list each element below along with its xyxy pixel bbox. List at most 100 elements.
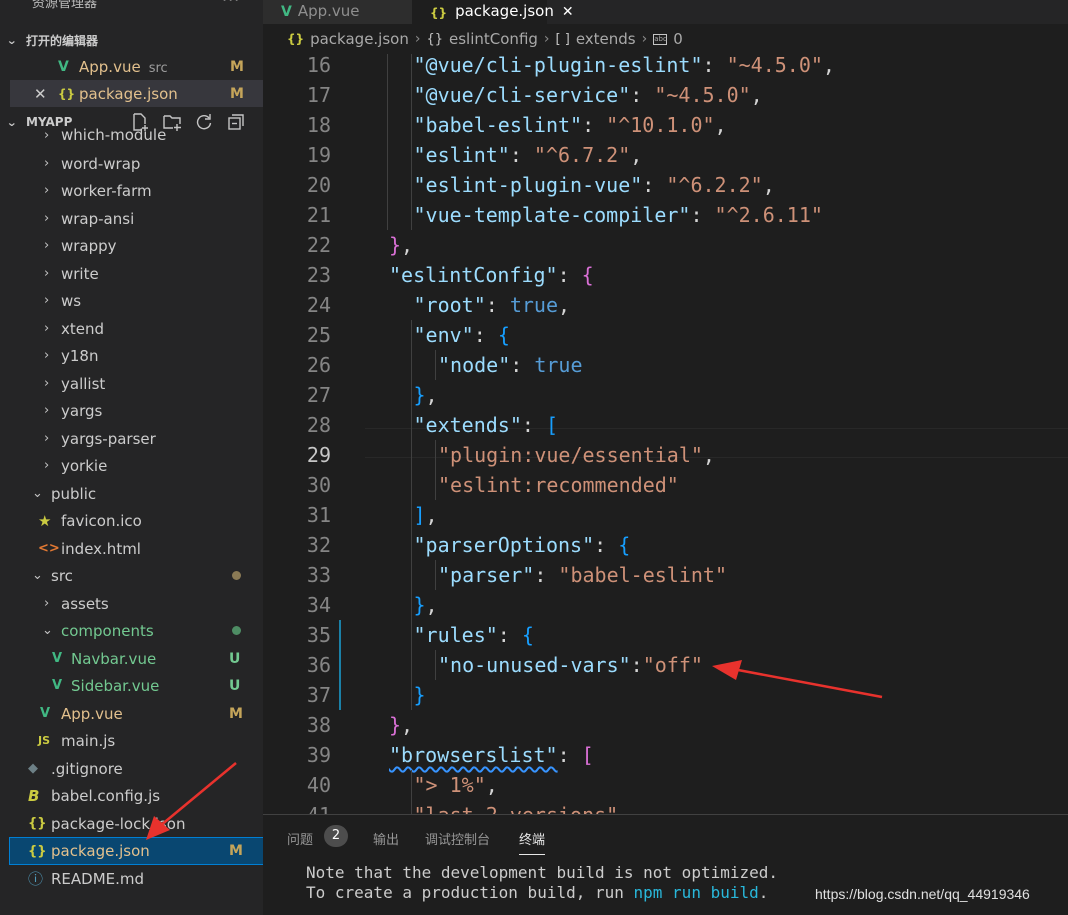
json-file-icon: {} bbox=[287, 32, 305, 46]
line-number: 16 bbox=[306, 54, 331, 77]
chevron-right-icon: › bbox=[414, 31, 421, 47]
code-line: "> 1%", bbox=[413, 773, 498, 797]
tree-file[interactable]: ★ favicon.ico bbox=[10, 507, 263, 534]
tree-file[interactable]: JS main.js bbox=[10, 727, 263, 754]
chevron-right-icon: › bbox=[44, 293, 50, 308]
code-line: "parser": "babel-eslint" bbox=[438, 563, 727, 587]
tab-output[interactable]: 输出 bbox=[373, 829, 399, 848]
code-line: "eslint": "^6.7.2", bbox=[413, 143, 643, 167]
tree-file[interactable]: B babel.config.js bbox=[10, 782, 263, 809]
line-number: 38 bbox=[306, 713, 331, 737]
tree-file[interactable]: V Sidebar.vue U bbox=[10, 672, 263, 699]
chevron-right-icon: › bbox=[44, 596, 50, 611]
tree-folder[interactable]: › word-wrap bbox=[10, 150, 263, 177]
info-icon: ⓘ bbox=[28, 870, 44, 888]
tree-folder[interactable]: › xtend bbox=[10, 315, 263, 342]
git-status-badge: M bbox=[230, 58, 244, 75]
tree-file[interactable]: ⓘ README.md bbox=[10, 865, 263, 892]
close-icon[interactable]: ✕ bbox=[34, 85, 47, 103]
breadcrumb-file[interactable]: package.json bbox=[310, 30, 409, 48]
open-editor-dir: src bbox=[148, 60, 168, 76]
code-line: "last 2 versions", bbox=[414, 800, 631, 814]
tree-file[interactable]: V App.vue M bbox=[10, 700, 263, 727]
json-file-icon: {} bbox=[58, 86, 76, 101]
code-line: "root": true, bbox=[413, 293, 571, 317]
line-number-gutter: 16 17 18 19 20 21 22 23 24 25 26 27 28 29 30 31 32 33 34 35… bbox=[263, 54, 343, 814]
code-line: ], bbox=[413, 503, 438, 527]
tree-folder[interactable]: › worker-farm bbox=[10, 177, 263, 204]
line-number: 25 bbox=[306, 323, 331, 347]
open-editor-item-app-vue[interactable]: V App.vue src M bbox=[10, 53, 263, 80]
explorer-title: 资源管理器 bbox=[32, 0, 98, 11]
modified-dot-icon bbox=[232, 571, 241, 580]
indent-guide bbox=[411, 770, 412, 814]
close-icon[interactable]: ✕ bbox=[562, 4, 574, 20]
tree-file[interactable]: V Navbar.vue U bbox=[10, 645, 263, 672]
breadcrumb-index[interactable]: 0 bbox=[673, 30, 683, 48]
line-number: 32 bbox=[306, 533, 331, 557]
tree-folder-components[interactable]: ⌄ components bbox=[10, 617, 263, 644]
line-number: 28 bbox=[306, 413, 331, 437]
tree-folder[interactable]: › y18n bbox=[10, 342, 263, 369]
tab-package-json[interactable]: {} package.json ✕ bbox=[412, 0, 574, 24]
line-number: 17 bbox=[306, 83, 331, 107]
line-number: 39 bbox=[306, 743, 331, 767]
git-status-badge: M bbox=[229, 705, 243, 722]
open-editor-label: App.vue bbox=[79, 57, 141, 76]
code-line: "rules": { bbox=[413, 623, 534, 647]
chevron-right-icon: › bbox=[44, 183, 50, 198]
indent-guide bbox=[435, 650, 436, 680]
problems-count-badge: 2 bbox=[324, 825, 348, 847]
chevron-right-icon: › bbox=[44, 348, 50, 363]
json-file-icon: {} bbox=[430, 6, 448, 20]
tree-folder[interactable]: › ws bbox=[10, 287, 263, 314]
tree-folder[interactable]: › yargs bbox=[10, 397, 263, 424]
json-file-icon: {} bbox=[28, 816, 47, 831]
terminal-command: npm run build bbox=[633, 883, 759, 902]
tree-folder[interactable]: › yallist bbox=[10, 370, 263, 397]
tree-folder-src[interactable]: ⌄ src bbox=[10, 562, 263, 589]
code-line: "node": true bbox=[438, 353, 583, 377]
indent-guide bbox=[411, 54, 412, 230]
string-icon: abc bbox=[653, 33, 668, 45]
tree-folder[interactable]: › wrappy bbox=[10, 232, 263, 259]
breadcrumb-object[interactable]: eslintConfig bbox=[449, 30, 538, 48]
chevron-right-icon: › bbox=[44, 376, 50, 391]
tab-app-vue[interactable]: V App.vue bbox=[263, 0, 412, 24]
tree-folder[interactable]: › wrap-ansi bbox=[10, 205, 263, 232]
tree-file-selected[interactable]: {} package.json M bbox=[9, 837, 263, 865]
code-editor[interactable]: "@vue/cli-plugin-eslint": "~4.5.0", "@vue… bbox=[343, 54, 1068, 814]
babel-file-icon: B bbox=[28, 786, 40, 805]
tree-folder-public[interactable]: ⌄ public bbox=[10, 480, 263, 507]
line-number: 40 bbox=[306, 773, 331, 797]
line-number: 34 bbox=[306, 593, 331, 617]
tree-folder[interactable]: › yorkie bbox=[10, 452, 263, 479]
code-line: }, bbox=[389, 233, 414, 257]
tab-terminal[interactable]: 终端 bbox=[519, 829, 546, 855]
breadcrumb-array[interactable]: extends bbox=[576, 30, 636, 48]
chevron-right-icon: › bbox=[44, 238, 50, 253]
tree-folder[interactable]: › write bbox=[10, 260, 263, 287]
terminal-line: Note that the development build is not o… bbox=[306, 863, 779, 882]
tree-folder[interactable]: › assets bbox=[10, 590, 263, 617]
tab-problems[interactable]: 问题 bbox=[287, 829, 313, 848]
code-line: "parserOptions": { bbox=[413, 533, 631, 557]
open-editor-item-package-json[interactable]: ✕ {} package.json M bbox=[10, 80, 263, 107]
git-status-badge: M bbox=[230, 85, 244, 102]
open-editors-header[interactable]: ⌄ 打开的编辑器 bbox=[6, 29, 263, 51]
open-editor-label: package.json bbox=[79, 84, 178, 103]
more-actions-icon[interactable]: ··· bbox=[222, 0, 240, 9]
tree-folder[interactable]: › yargs-parser bbox=[10, 425, 263, 452]
tree-file[interactable]: {} package-lock.json bbox=[10, 810, 263, 837]
tree-file[interactable]: <> index.html bbox=[10, 535, 263, 562]
git-status-badge: M bbox=[229, 843, 243, 859]
code-line: "plugin:vue/essential", bbox=[438, 443, 715, 467]
tree-file[interactable]: ◆ .gitignore bbox=[10, 755, 263, 782]
tree-folder-which-module[interactable]: › which-module bbox=[10, 124, 263, 146]
code-line: "extends": [ bbox=[413, 413, 559, 437]
vue-file-icon: V bbox=[40, 706, 51, 721]
code-line: }, bbox=[389, 713, 414, 737]
line-number: 18 bbox=[306, 113, 331, 137]
line-number: 30 bbox=[306, 473, 331, 497]
tab-debug-console[interactable]: 调试控制台 bbox=[425, 829, 490, 848]
